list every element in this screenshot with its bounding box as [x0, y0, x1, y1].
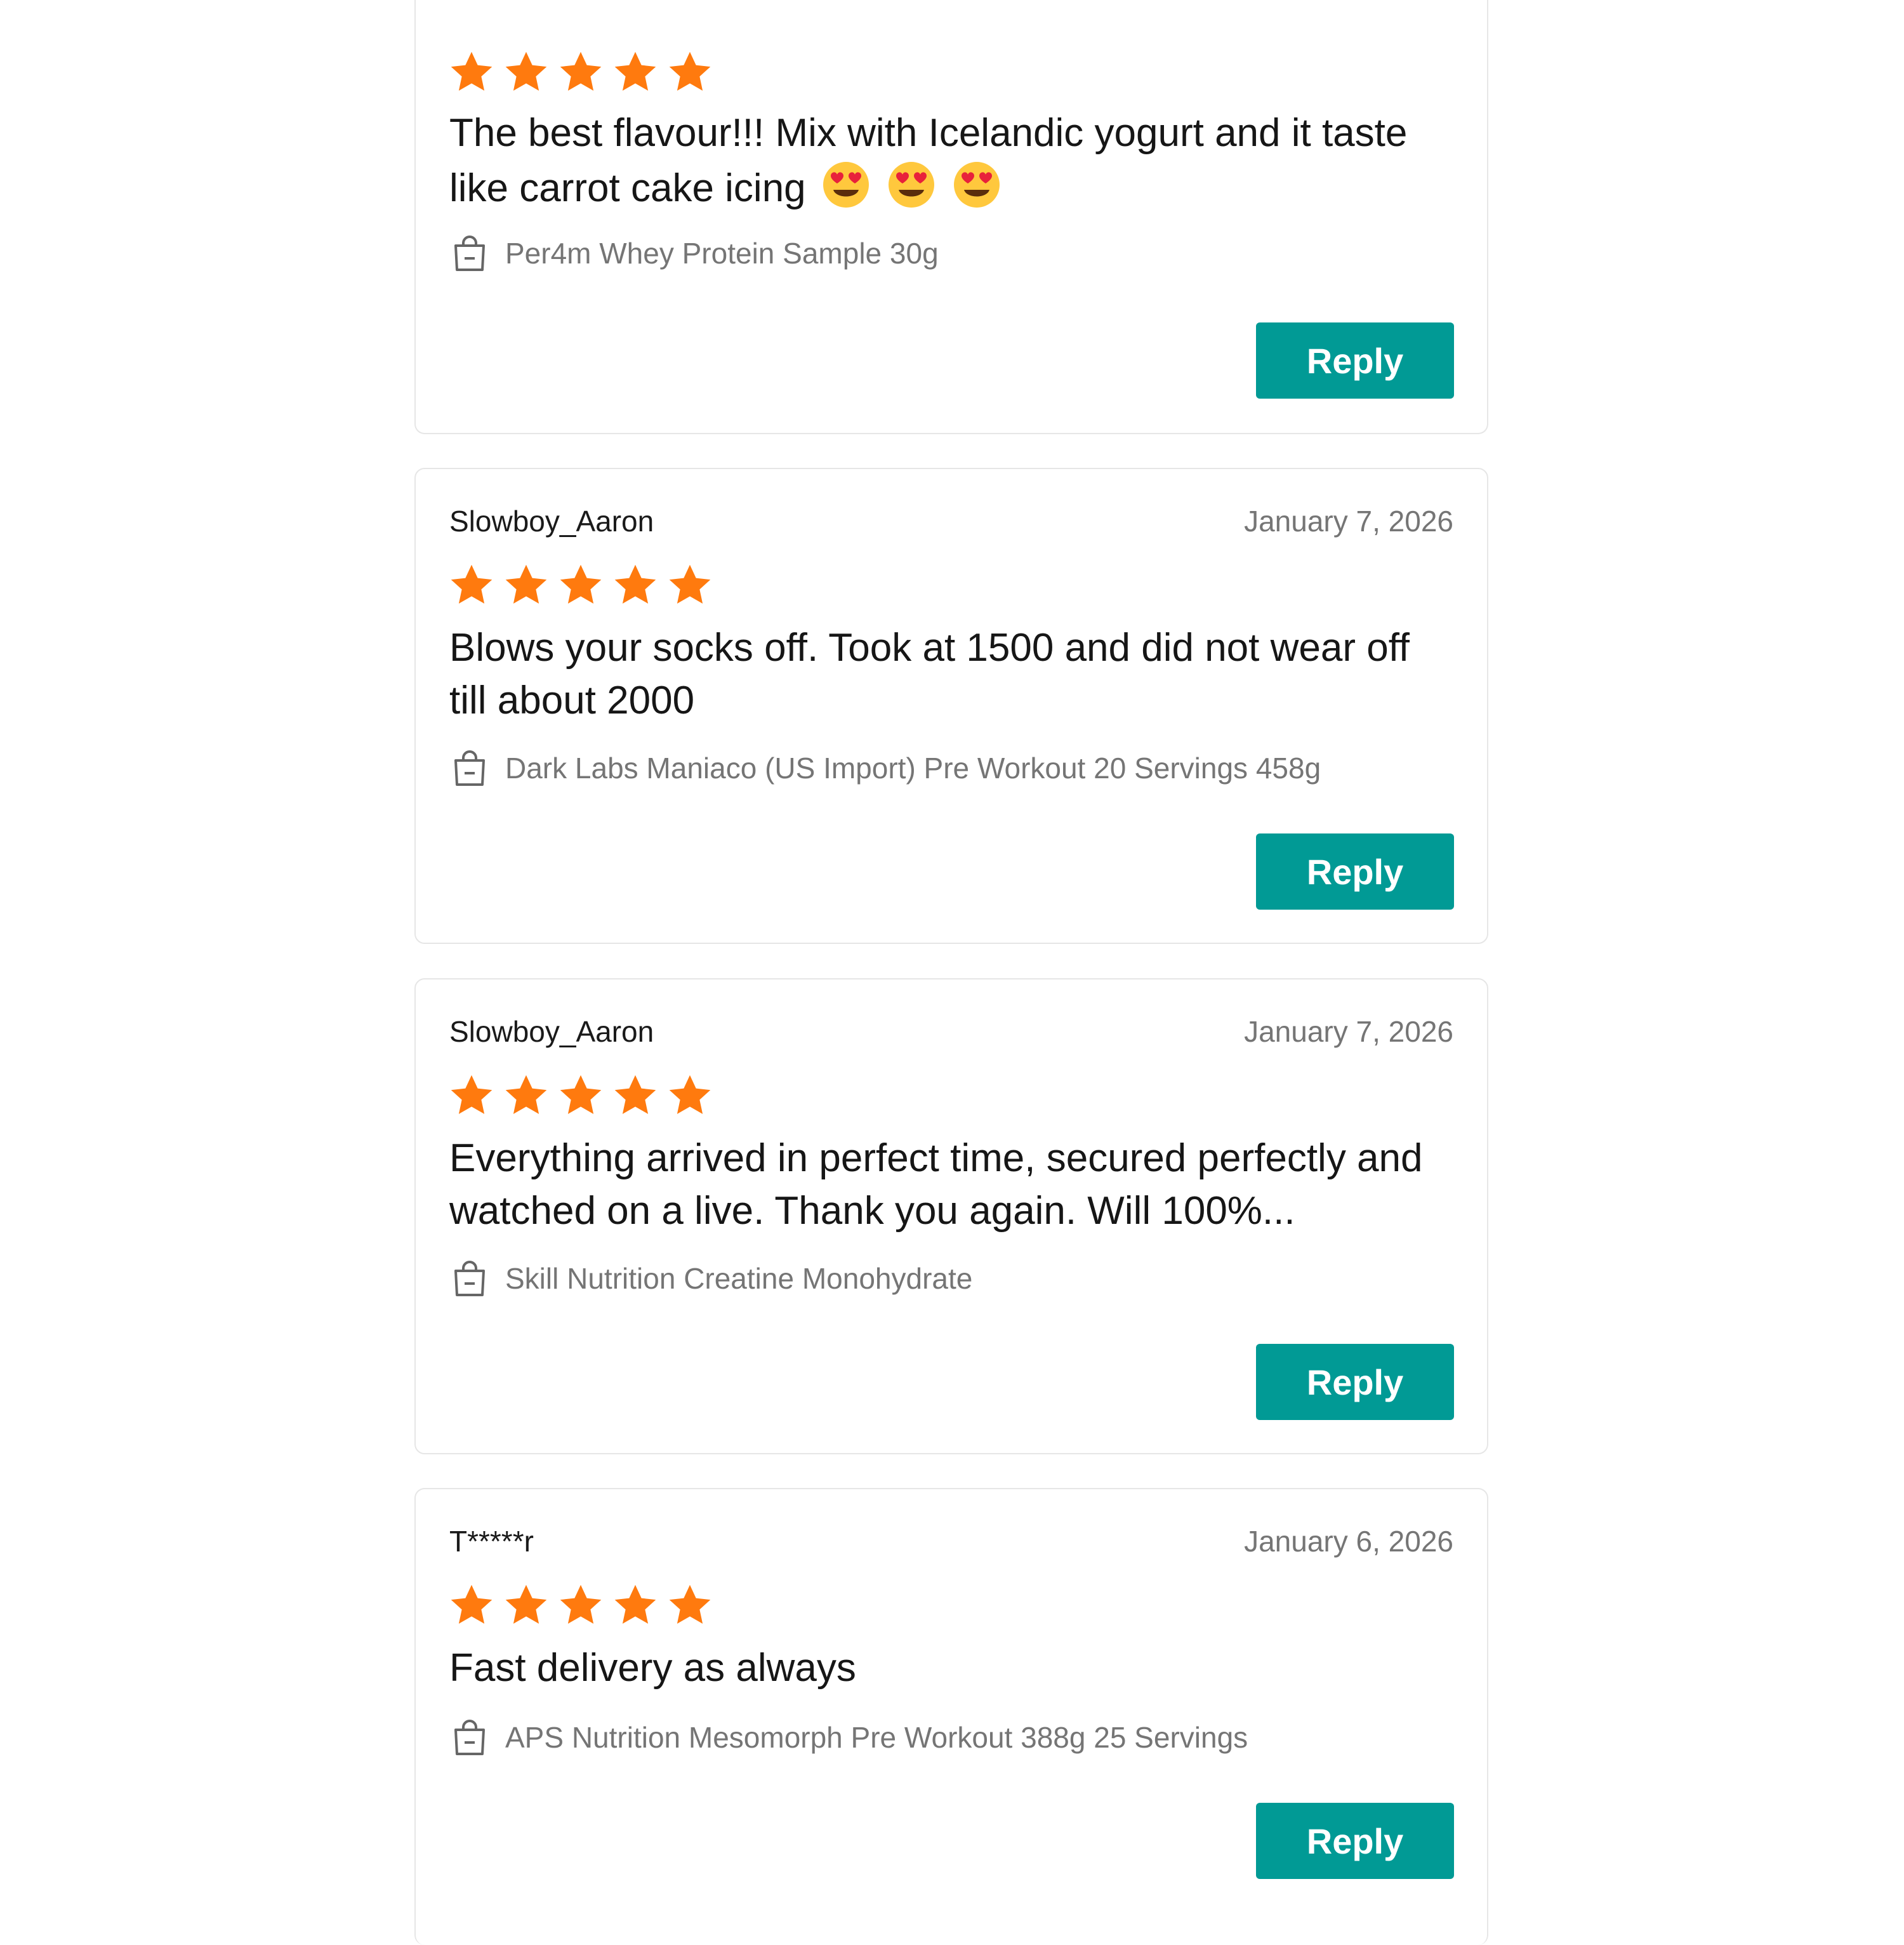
- review-text: Everything arrived in perfect time, secu…: [449, 1136, 1423, 1233]
- review-date: January 6, 2026: [1244, 1525, 1453, 1558]
- star-icon: [669, 51, 711, 91]
- review-header: Slowboy_Aaron January 7, 2026: [449, 1012, 1453, 1051]
- star-rating: [447, 48, 714, 96]
- shopping-bag-icon: [454, 750, 485, 786]
- star-icon: [505, 1584, 547, 1624]
- reply-button[interactable]: Reply: [1256, 1803, 1454, 1879]
- reviewer-name: T*****r: [449, 1525, 534, 1558]
- reviewer-name: Slowboy_Aaron: [449, 505, 654, 538]
- product-name: APS Nutrition Mesomorph Pre Workout 388g…: [505, 1721, 1248, 1754]
- star-icon: [614, 51, 656, 91]
- star-icon: [560, 51, 602, 91]
- star-icon: [669, 564, 711, 604]
- star-icon: [451, 564, 493, 604]
- product-link[interactable]: Dark Labs Maniaco (US Import) Pre Workou…: [449, 746, 1453, 790]
- review-date: January 7, 2026: [1244, 505, 1453, 538]
- star-icon: [505, 1075, 547, 1114]
- reply-button[interactable]: Reply: [1256, 833, 1454, 910]
- review-header: T*****r January 6, 2026: [449, 1522, 1453, 1560]
- heart-eyes-emoji: [823, 162, 869, 208]
- review-text: Blows your socks off. Took at 1500 and d…: [449, 626, 1410, 722]
- star-icon: [560, 1075, 602, 1114]
- product-link[interactable]: Per4m Whey Protein Sample 30g: [449, 231, 1453, 275]
- product-name: Skill Nutrition Creatine Monohydrate: [505, 1262, 973, 1295]
- review-card: Slowboy_Aaron January 7, 2026 Everything…: [414, 978, 1488, 1454]
- product-link[interactable]: APS Nutrition Mesomorph Pre Workout 388g…: [449, 1715, 1453, 1760]
- product-name: Dark Labs Maniaco (US Import) Pre Workou…: [505, 752, 1321, 785]
- star-icon: [614, 1075, 656, 1114]
- star-rating: [447, 1581, 714, 1630]
- star-icon: [669, 1075, 711, 1114]
- star-icon: [505, 51, 547, 91]
- review-date: January 7, 2026: [1244, 1015, 1453, 1048]
- star-icon: [614, 1584, 656, 1624]
- review-card: Slowboy_Aaron January 7, 2026 Blows your…: [414, 468, 1488, 944]
- review-text: The best flavour!!! Mix with Icelandic y…: [449, 107, 1449, 215]
- star-icon: [451, 51, 493, 91]
- star-icon: [560, 1584, 602, 1624]
- star-icon: [614, 564, 656, 604]
- shopping-bag-icon: [454, 1261, 485, 1296]
- reviewer-name: Slowboy_Aaron: [449, 1015, 654, 1048]
- heart-eyes-emoji: [954, 162, 1000, 208]
- star-rating: [447, 1072, 714, 1120]
- review-header: Slowboy_Aaron January 7, 2026: [449, 502, 1453, 540]
- reply-button[interactable]: Reply: [1256, 1344, 1454, 1420]
- heart-eyes-emoji: [889, 162, 935, 208]
- star-icon: [669, 1584, 711, 1624]
- shopping-bag-icon: [454, 1720, 485, 1755]
- review-text: Fast delivery as always: [449, 1646, 856, 1690]
- product-link[interactable]: Skill Nutrition Creatine Monohydrate: [449, 1256, 1453, 1301]
- shopping-bag-icon: [454, 236, 485, 271]
- product-name: Per4m Whey Protein Sample 30g: [505, 237, 939, 270]
- star-icon: [505, 564, 547, 604]
- star-icon: [451, 1075, 493, 1114]
- review-card: The best flavour!!! Mix with Icelandic y…: [414, 0, 1488, 434]
- review-card: T*****r January 6, 2026 Fast delivery as…: [414, 1488, 1488, 1945]
- star-icon: [560, 564, 602, 604]
- reply-button[interactable]: Reply: [1256, 322, 1454, 399]
- star-rating: [447, 561, 714, 609]
- star-icon: [451, 1584, 493, 1624]
